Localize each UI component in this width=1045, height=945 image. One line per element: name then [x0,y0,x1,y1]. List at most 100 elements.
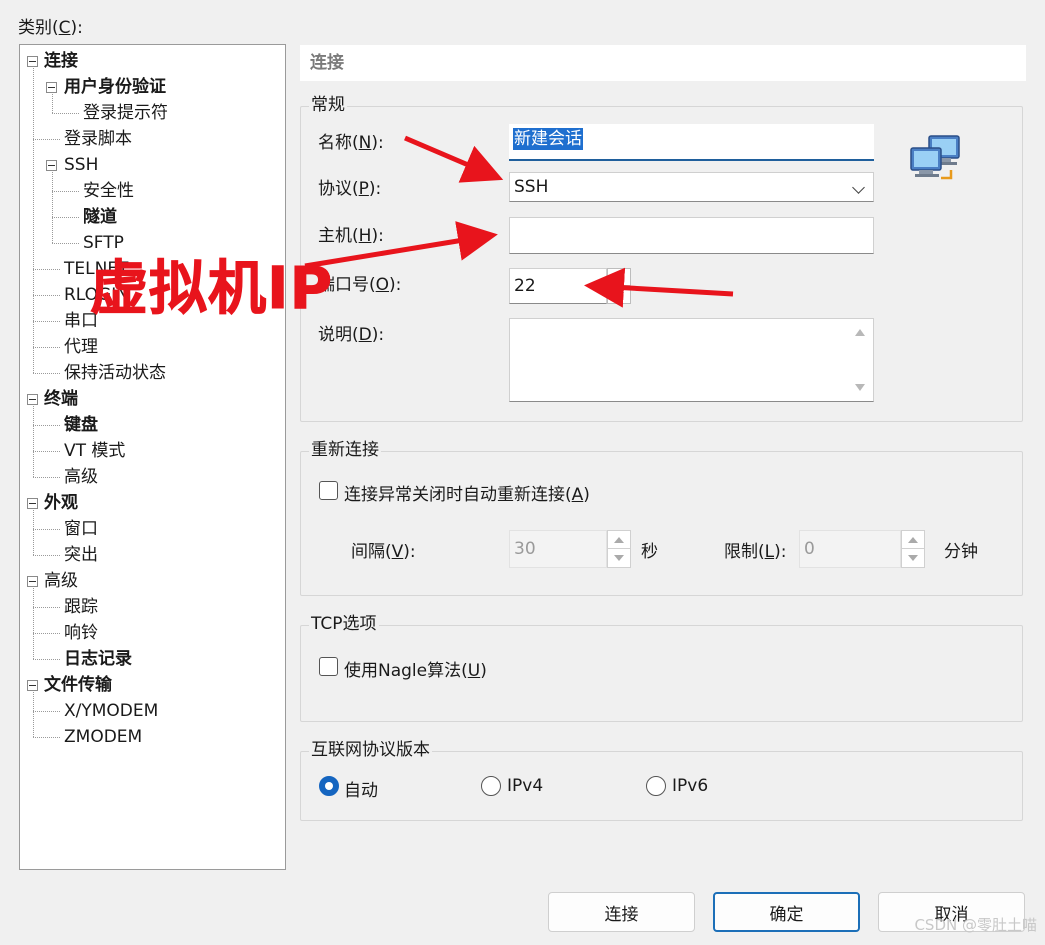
tree-connector [33,451,60,452]
auto-reconnect-checkbox[interactable] [319,481,338,500]
tree-item-ssh[interactable]: SSH [64,152,98,178]
tree-connector [33,737,60,738]
ipv6-radio[interactable] [646,776,666,796]
tree-connector [52,191,79,192]
protocol-select[interactable]: SSH [509,172,874,202]
tree-item-x-ymodem[interactable]: X/YMODEM [64,698,158,724]
port-field[interactable]: 22 [509,268,607,304]
port-increment-button[interactable] [608,269,630,286]
tree-connector [33,633,60,634]
tree-connector [33,477,60,478]
host-field[interactable] [509,217,874,254]
tree-item--[interactable]: 保持活动状态 [64,360,166,386]
reconnect-group: 重新连接 [300,438,1023,596]
interval-unit: 秒 [641,542,658,562]
tree-connector [33,711,60,712]
tree-connector [52,243,79,244]
ipv4-label[interactable]: IPv4 [507,776,543,796]
arrow-down-icon [908,555,918,561]
tree-item-zmodem[interactable]: ZMODEM [64,724,142,750]
ok-button[interactable]: 确定 [713,892,860,932]
tree-item--[interactable]: 高级 [64,464,98,490]
tree-connector [33,529,60,530]
tree-item--[interactable]: 用户身份验证 [64,74,166,100]
limit-field[interactable]: 0 [799,530,901,568]
tree-item--[interactable]: 连接 [44,48,78,74]
watermark: CSDN @零肚土喵 [914,916,1037,934]
tree-connector [33,510,34,555]
scroll-down-icon[interactable] [855,384,865,391]
ipv4-radio[interactable] [481,776,501,796]
tree-item--[interactable]: 代理 [64,334,98,360]
nagle-checkbox[interactable] [319,657,338,676]
tree-item--[interactable]: 跟踪 [64,594,98,620]
tcp-group-title: TCP选项 [309,612,379,636]
collapse-toggle-icon[interactable] [27,680,38,691]
category-tree[interactable]: 连接 用户身份验证 登录提示符 登录脚本 SSH 安全性 隧道 SFTP TELNET RLOGI… [19,44,286,870]
tree-connector [33,555,60,556]
interval-label: 间隔(V): [351,542,416,562]
collapse-toggle-icon[interactable] [46,82,57,93]
port-decrement-button[interactable] [608,286,630,303]
interval-decrement-button[interactable] [608,549,630,567]
name-label: 名称(N): [318,133,384,153]
connect-button[interactable]: 连接 [548,892,695,932]
interval-field[interactable]: 30 [509,530,607,568]
collapse-toggle-icon[interactable] [27,576,38,587]
tree-item--[interactable]: 日志记录 [64,646,132,672]
protocol-select-value: SSH [514,177,549,197]
collapse-toggle-icon[interactable] [27,498,38,509]
network-computers-icon [910,135,960,180]
arrow-down-icon [614,291,624,298]
tree-item--[interactable]: 突出 [64,542,98,568]
tree-connector [33,373,60,374]
annotation-text: 虚拟机IP [89,254,334,323]
description-field[interactable] [509,318,874,402]
ip-auto-radio[interactable] [319,776,339,796]
host-label: 主机(H): [318,226,384,246]
protocol-label: 协议(P): [318,179,382,199]
tree-item--[interactable]: 键盘 [64,412,98,438]
tree-connector [52,172,53,243]
interval-increment-button[interactable] [608,531,630,549]
tree-connector [33,425,60,426]
ip-auto-label[interactable]: 自动 [344,776,378,801]
tree-item--[interactable]: 登录提示符 [83,100,168,126]
scroll-up-icon[interactable] [855,329,865,336]
tree-item--[interactable]: 登录脚本 [64,126,132,152]
tree-item--[interactable]: 外观 [44,490,78,516]
chevron-down-icon [852,181,865,194]
tree-connector [33,406,34,477]
tree-connector [52,94,53,113]
tree-item--[interactable]: 窗口 [64,516,98,542]
tree-item--[interactable]: 安全性 [83,178,134,204]
limit-unit: 分钟 [944,542,978,562]
page-title: 连接 [300,45,1026,81]
tree-item--[interactable]: 响铃 [64,620,98,646]
tree-connector [33,659,60,660]
limit-increment-button[interactable] [902,531,924,549]
tree-item--[interactable]: 隧道 [83,204,117,230]
arrow-up-icon [614,274,624,280]
limit-decrement-button[interactable] [902,549,924,567]
name-field[interactable]: 新建会话 [509,124,874,161]
general-group-title: 常规 [309,93,347,117]
tree-item--[interactable]: 高级 [44,568,78,594]
collapse-toggle-icon[interactable] [46,160,57,171]
collapse-toggle-icon[interactable] [27,56,38,67]
tree-item-vt-[interactable]: VT 模式 [64,438,125,464]
collapse-toggle-icon[interactable] [27,394,38,405]
tree-item--[interactable]: 终端 [44,386,78,412]
limit-label: 限制(L): [724,542,787,562]
tree-connector [52,113,79,114]
tree-item--[interactable]: 文件传输 [44,672,112,698]
port-stepper[interactable] [607,268,631,304]
limit-stepper[interactable] [901,530,925,568]
interval-stepper[interactable] [607,530,631,568]
auto-reconnect-label[interactable]: 连接异常关闭时自动重新连接(A) [344,480,590,505]
ip-version-group-title: 互联网协议版本 [309,738,432,762]
nagle-label[interactable]: 使用Nagle算法(U) [344,656,487,681]
ipv6-label[interactable]: IPv6 [672,776,708,796]
arrow-up-icon [614,536,624,543]
tree-connector [33,295,60,296]
